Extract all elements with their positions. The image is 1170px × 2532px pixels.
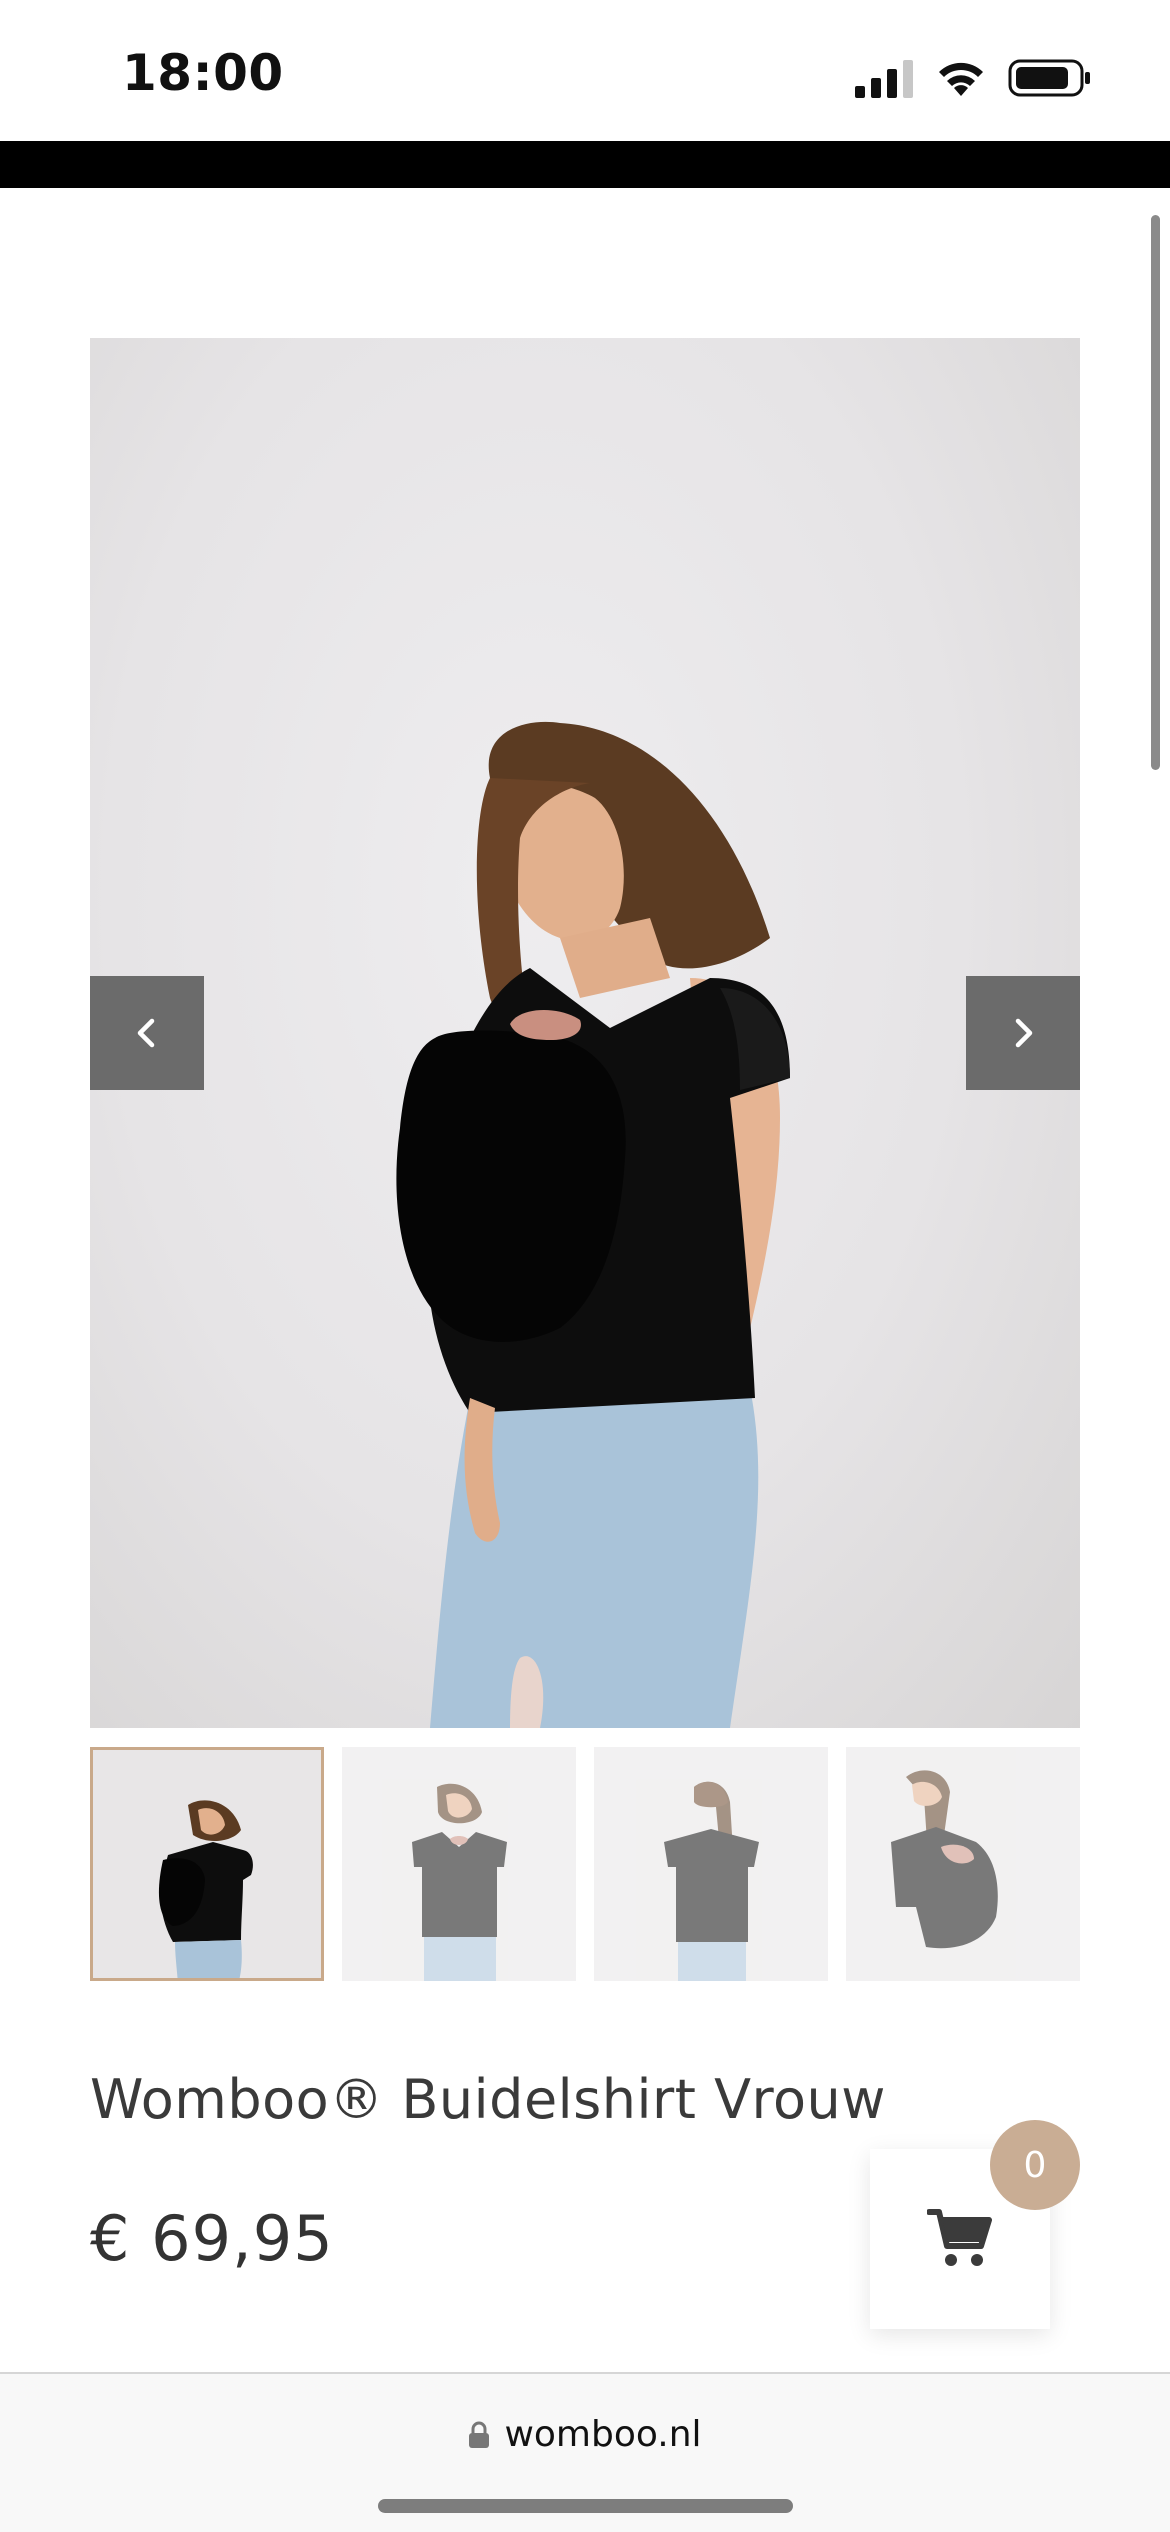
product-price: € 69,95 — [90, 2202, 334, 2275]
url-text[interactable]: womboo.nl — [504, 2414, 701, 2455]
thumbnail-2[interactable] — [342, 1747, 576, 1981]
status-time: 18:00 — [122, 44, 284, 102]
thumbnail-1[interactable] — [90, 1747, 324, 1981]
top-banner-bar — [0, 141, 1170, 188]
product-title: Womboo® Buidelshirt Vrouw — [90, 2068, 886, 2131]
slider-prev-button[interactable] — [90, 976, 204, 1090]
wifi-icon — [939, 62, 983, 96]
home-indicator — [378, 2499, 793, 2513]
signal-icon — [855, 60, 913, 98]
url-container[interactable]: womboo.nl — [0, 2414, 1170, 2455]
thumbnail-strip — [90, 1747, 1080, 1981]
shopping-cart-icon — [927, 2209, 992, 2266]
scrollbar[interactable] — [1151, 215, 1160, 770]
thumbnail-4[interactable] — [846, 1747, 1080, 1981]
chevron-right-icon — [1015, 1018, 1033, 1048]
thumbnail-3[interactable] — [594, 1747, 828, 1981]
browser-address-bar[interactable]: womboo.nl — [0, 2372, 1170, 2532]
slider-next-button[interactable] — [966, 976, 1080, 1090]
lock-icon — [469, 2421, 490, 2448]
product-main-image[interactable] — [90, 338, 1080, 1728]
status-bar: 18:00 — [0, 0, 1170, 141]
chevron-left-icon — [137, 1018, 155, 1048]
cart-count-badge: 0 — [990, 2120, 1080, 2210]
battery-icon — [1008, 59, 1090, 97]
